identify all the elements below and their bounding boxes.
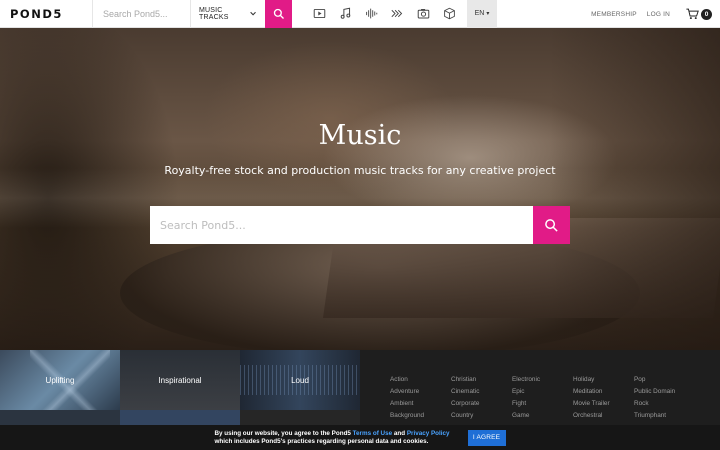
genre-link[interactable]: Background: [390, 410, 451, 422]
cart-icon: [686, 8, 699, 20]
cart-count-badge: 0: [701, 8, 712, 20]
photo-icon[interactable]: [410, 0, 436, 28]
mood-tile-inspirational[interactable]: Inspirational: [120, 350, 240, 410]
caret-down-icon: ▾: [486, 11, 490, 17]
genre-link[interactable]: Orchestral: [573, 410, 634, 422]
mood-tile-label: Loud: [291, 375, 309, 385]
cookie-consent-bar: By using our website, you agree to the P…: [0, 425, 720, 450]
genre-column: Christian Cinematic Corporate Country: [451, 374, 512, 422]
hero-banner: Music Royalty-free stock and production …: [0, 28, 720, 350]
cookie-text-and: and: [392, 429, 407, 437]
genre-link[interactable]: Christian: [451, 374, 512, 386]
genre-column: Holiday Meditation Movie Trailer Orchest…: [573, 374, 634, 422]
genre-link[interactable]: Public Domain: [634, 386, 695, 398]
header-search-input[interactable]: [103, 8, 183, 19]
cookie-text-line2: which includes Pond5's practices regardi…: [214, 437, 429, 445]
mood-tile-uplifting[interactable]: Uplifting: [0, 350, 120, 410]
hero-search-input[interactable]: [150, 206, 533, 244]
language-label: EN: [474, 10, 485, 17]
pond5-logo[interactable]: POND5: [0, 0, 92, 28]
genre-link[interactable]: Electronic: [512, 374, 573, 386]
genre-link[interactable]: Holiday: [573, 374, 634, 386]
cookie-consent-text: By using our website, you agree to the P…: [214, 430, 449, 446]
category-dropdown-label: MUSIC TRACKS: [199, 6, 229, 21]
genre-link[interactable]: Meditation: [573, 386, 634, 398]
page-subtitle: Royalty-free stock and production music …: [164, 164, 556, 177]
genre-column: Electronic Epic Fight Game: [512, 374, 573, 422]
genre-link[interactable]: Country: [451, 410, 512, 422]
cookie-text-prefix: By using our website, you agree to the P…: [214, 429, 353, 437]
genre-list: Action Adventure Ambient Background Chri…: [390, 374, 695, 422]
3d-icon[interactable]: [436, 0, 462, 28]
top-navigation-bar: POND5 MUSIC TRACKS EN▾ MEMBERSHIP LOG IN…: [0, 0, 720, 28]
video-icon[interactable]: [306, 0, 332, 28]
sound-effects-icon[interactable]: [358, 0, 384, 28]
genre-link[interactable]: Ambient: [390, 398, 451, 410]
chevron-down-icon: [250, 11, 256, 16]
header-search-box: [92, 0, 190, 28]
membership-link[interactable]: MEMBERSHIP: [591, 11, 637, 18]
genre-link[interactable]: Game: [512, 410, 573, 422]
mood-tile-label: Uplifting: [45, 375, 75, 385]
agree-button[interactable]: I AGREE: [467, 429, 506, 446]
media-type-icons: [306, 0, 462, 28]
mood-tile-label: Inspirational: [158, 375, 202, 385]
privacy-policy-link[interactable]: Privacy Policy: [407, 430, 450, 437]
genre-link[interactable]: Rock: [634, 398, 695, 410]
genre-link[interactable]: Corporate: [451, 398, 512, 410]
genre-link[interactable]: Adventure: [390, 386, 451, 398]
hero-search-button[interactable]: [533, 206, 570, 244]
genre-column: Pop Public Domain Rock Triumphant: [634, 374, 695, 422]
search-icon: [545, 218, 558, 232]
genre-link[interactable]: Movie Trailer: [573, 398, 634, 410]
page-title: Music: [318, 120, 402, 151]
genre-link[interactable]: Triumphant: [634, 410, 695, 422]
music-icon[interactable]: [332, 0, 358, 28]
mood-tile-loud[interactable]: Loud: [240, 350, 360, 410]
language-selector[interactable]: EN ▾: [467, 0, 497, 28]
genre-link[interactable]: Cinematic: [451, 386, 512, 398]
genre-link[interactable]: Epic: [512, 386, 573, 398]
terms-of-use-link[interactable]: Terms of Use: [353, 430, 392, 437]
genre-link[interactable]: Fight: [512, 398, 573, 410]
after-effects-icon[interactable]: [384, 0, 410, 28]
hero-background-shadow-right: [550, 28, 720, 350]
login-link[interactable]: LOG IN: [647, 11, 670, 18]
genre-link[interactable]: Action: [390, 374, 451, 386]
genre-link[interactable]: Pop: [634, 374, 695, 386]
cart-button[interactable]: 0: [686, 8, 712, 20]
category-dropdown[interactable]: MUSIC TRACKS: [190, 0, 265, 28]
genre-column: Action Adventure Ambient Background: [390, 374, 451, 422]
search-icon: [273, 8, 284, 19]
account-links: MEMBERSHIP LOG IN 0: [591, 0, 712, 28]
header-search-button[interactable]: [265, 0, 292, 28]
